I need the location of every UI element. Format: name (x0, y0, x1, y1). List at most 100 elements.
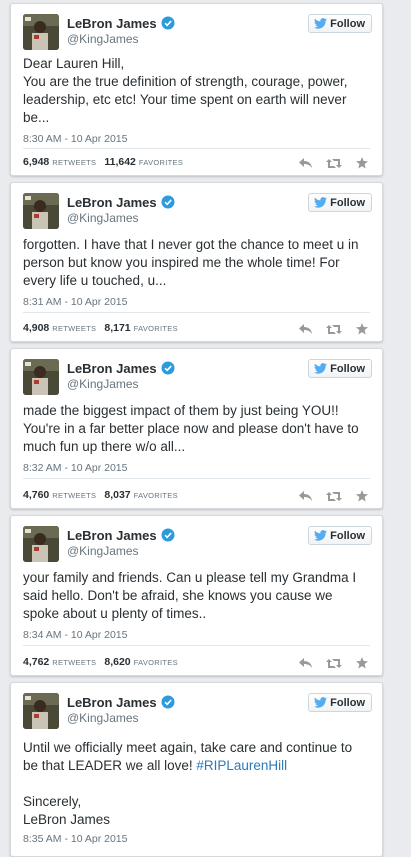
follow-label: Follow (330, 696, 365, 709)
tweet-timestamp[interactable]: 8:30 AM - 10 Apr 2015 (23, 133, 128, 145)
tweet-card: LeBron James @KingJames Follow forgotten… (10, 182, 383, 342)
handle[interactable]: @KingJames (67, 377, 175, 391)
reply-icon[interactable] (299, 322, 312, 340)
reply-icon[interactable] (299, 156, 312, 174)
tweet-actions (285, 322, 368, 340)
tweet-card: LeBron James @KingJames Follow your fami… (10, 515, 383, 676)
retweet-count[interactable]: 6,948 (23, 156, 49, 168)
handle[interactable]: @KingJames (67, 544, 175, 558)
tweet-text-part: Until we officially meet again, take car… (23, 740, 353, 773)
handle[interactable]: @KingJames (67, 32, 175, 46)
follow-label: Follow (330, 362, 365, 375)
display-name[interactable]: LeBron James (67, 695, 157, 710)
tweet-stats: 4,908 RETWEETS 8,171 FAVORITES (23, 322, 186, 334)
follow-label: Follow (330, 17, 365, 30)
follow-label: Follow (330, 529, 365, 542)
tweet-actions (285, 489, 368, 507)
retweets-label: RETWEETS (52, 158, 97, 167)
avatar[interactable] (23, 693, 59, 729)
twitter-bird-icon (314, 18, 328, 29)
handle[interactable]: @KingJames (67, 711, 175, 725)
verified-badge-icon (161, 361, 175, 375)
retweets-label: RETWEETS (52, 658, 97, 667)
tweet-timestamp[interactable]: 8:31 AM - 10 Apr 2015 (23, 296, 128, 308)
tweet-header: LeBron James @KingJames Follow (23, 193, 372, 233)
divider (23, 312, 370, 313)
twitter-bird-icon (314, 197, 328, 208)
retweet-icon[interactable] (326, 322, 342, 340)
hashtag-link[interactable]: #RIPLaurenHill (196, 758, 287, 773)
retweet-icon[interactable] (326, 489, 342, 507)
retweet-icon[interactable] (326, 156, 342, 174)
follow-button[interactable]: Follow (308, 359, 372, 378)
tweet-card: LeBron James @KingJames Follow Dear Laur… (10, 3, 383, 176)
follow-button[interactable]: Follow (308, 14, 372, 33)
favorite-icon[interactable] (356, 156, 368, 174)
follow-label: Follow (330, 196, 365, 209)
retweet-count[interactable]: 4,760 (23, 489, 49, 501)
tweet-header: LeBron James @KingJames Follow (23, 14, 372, 54)
favorite-count[interactable]: 8,037 (104, 489, 130, 501)
tweet-stats: 6,948 RETWEETS 11,642 FAVORITES (23, 156, 191, 168)
author-names: LeBron James @KingJames (67, 527, 175, 558)
divider (23, 478, 370, 479)
twitter-bird-icon (314, 530, 328, 541)
divider (23, 645, 370, 646)
tweet-card: LeBron James @KingJames Follow made the … (10, 348, 383, 509)
tweet-text: made the biggest impact of them by just … (23, 403, 359, 454)
tweet-timestamp[interactable]: 8:34 AM - 10 Apr 2015 (23, 629, 128, 641)
tweet-timestamp[interactable]: 8:35 AM - 10 Apr 2015 (23, 833, 128, 845)
avatar[interactable] (23, 526, 59, 562)
author-names: LeBron James @KingJames (67, 194, 175, 225)
retweet-icon[interactable] (326, 656, 342, 674)
display-name[interactable]: LeBron James (67, 528, 157, 543)
tweet-stats: 4,762 RETWEETS 8,620 FAVORITES (23, 656, 186, 668)
retweet-count[interactable]: 4,908 (23, 322, 49, 334)
divider (23, 148, 370, 149)
display-name[interactable]: LeBron James (67, 16, 157, 31)
follow-button[interactable]: Follow (308, 693, 372, 712)
display-name[interactable]: LeBron James (67, 195, 157, 210)
tweet-card: LeBron James @KingJames Follow Until we … (10, 682, 383, 857)
favorite-count[interactable]: 8,620 (104, 656, 130, 668)
author-names: LeBron James @KingJames (67, 15, 175, 46)
author-names: LeBron James @KingJames (67, 694, 175, 725)
tweet-header: LeBron James @KingJames Follow (23, 359, 372, 399)
avatar[interactable] (23, 14, 59, 50)
twitter-bird-icon (314, 697, 328, 708)
follow-button[interactable]: Follow (308, 526, 372, 545)
favorite-icon[interactable] (356, 322, 368, 340)
verified-badge-icon (161, 528, 175, 542)
twitter-bird-icon (314, 363, 328, 374)
favorite-icon[interactable] (356, 656, 368, 674)
handle[interactable]: @KingJames (67, 211, 175, 225)
verified-badge-icon (161, 195, 175, 209)
tweet-text: Until we officially meet again, take car… (23, 739, 370, 829)
reply-icon[interactable] (299, 489, 312, 507)
retweets-label: RETWEETS (52, 324, 97, 333)
tweet-text-part: Sincerely, LeBron James (23, 794, 111, 827)
tweet-header: LeBron James @KingJames Follow (23, 693, 372, 733)
tweet-stats: 4,760 RETWEETS 8,037 FAVORITES (23, 489, 186, 501)
tweet-timestamp[interactable]: 8:32 AM - 10 Apr 2015 (23, 462, 128, 474)
retweet-count[interactable]: 4,762 (23, 656, 49, 668)
tweet-text: your family and friends. Can u please te… (23, 570, 357, 621)
tweet-actions (285, 156, 368, 174)
tweet-actions (285, 656, 368, 674)
retweets-label: RETWEETS (52, 491, 97, 500)
avatar[interactable] (23, 359, 59, 395)
favorite-count[interactable]: 8,171 (104, 322, 130, 334)
favorites-label: FAVORITES (138, 158, 184, 167)
favorites-label: FAVORITES (133, 658, 178, 667)
favorites-label: FAVORITES (133, 491, 178, 500)
tweet-text: Dear Lauren Hill, You are the true defin… (23, 56, 348, 125)
author-names: LeBron James @KingJames (67, 360, 175, 391)
reply-icon[interactable] (299, 656, 312, 674)
display-name[interactable]: LeBron James (67, 361, 157, 376)
favorites-label: FAVORITES (133, 324, 178, 333)
verified-badge-icon (161, 695, 175, 709)
avatar[interactable] (23, 193, 59, 229)
favorite-icon[interactable] (356, 489, 368, 507)
follow-button[interactable]: Follow (308, 193, 372, 212)
favorite-count[interactable]: 11,642 (104, 156, 136, 168)
